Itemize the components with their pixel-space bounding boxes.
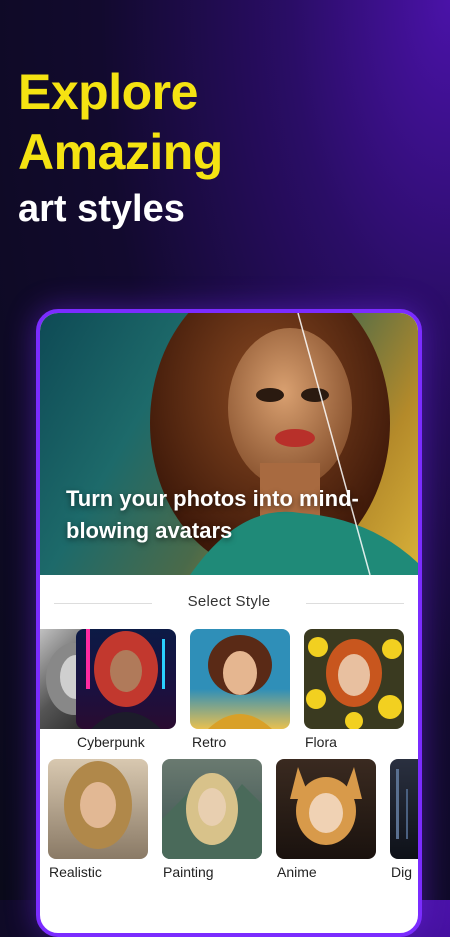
style-label-realistic: Realistic [49, 864, 102, 880]
headline-line-3: art styles [18, 188, 185, 230]
painting-portrait-icon [162, 773, 262, 859]
cyberpunk-portrait-icon [86, 629, 165, 729]
hero-caption: Turn your photos into mind-blowing avata… [66, 486, 359, 543]
style-label-anime: Anime [277, 864, 317, 880]
style-tile-cyberpunk[interactable] [76, 629, 176, 729]
style-tile-painting[interactable] [162, 759, 262, 859]
headline: Explore Amazing art styles [18, 62, 223, 234]
digital-portrait-icon [396, 769, 408, 839]
style-tile-flora[interactable] [304, 629, 404, 729]
phone-mockup: Turn your photos into mind-blowing avata… [36, 309, 422, 937]
style-label-retro: Retro [192, 734, 227, 750]
style-tile-retro[interactable] [190, 629, 290, 729]
style-tile-anime[interactable] [276, 759, 376, 859]
style-label-flora: Flora [305, 734, 337, 750]
anime-portrait-icon [290, 767, 362, 845]
headline-line-2: Amazing [18, 124, 223, 180]
flora-portrait-icon [306, 637, 402, 729]
headline-line-1: Explore [18, 64, 198, 120]
style-label-painting: Painting [163, 864, 214, 880]
style-tile-realistic[interactable] [48, 759, 148, 859]
realistic-portrait-icon [64, 761, 132, 849]
style-tile-digital[interactable] [390, 759, 418, 859]
retro-portrait-icon [208, 635, 272, 729]
style-label-digital: Dig [391, 864, 413, 880]
style-label-cyberpunk: Cyberpunk [77, 734, 145, 750]
hero-banner[interactable]: Turn your photos into mind-blowing avata… [40, 313, 418, 575]
section-title: Select Style [40, 593, 418, 610]
